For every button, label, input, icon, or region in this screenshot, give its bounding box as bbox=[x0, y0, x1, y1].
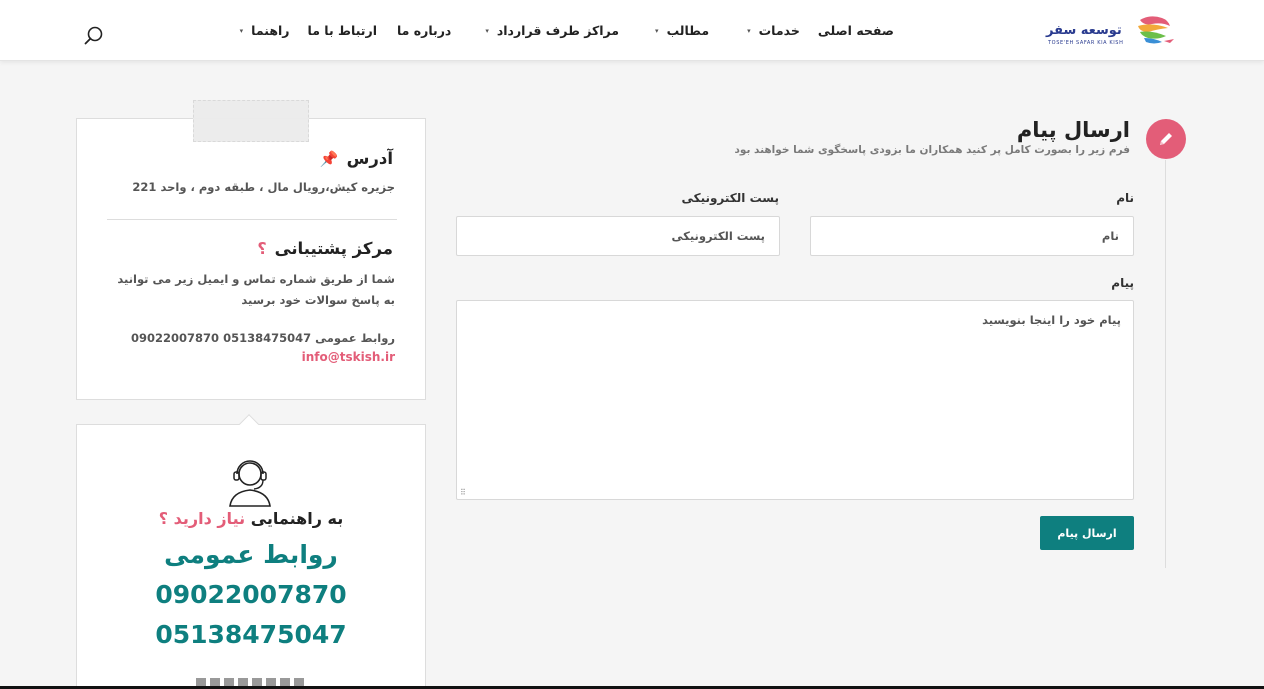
nav-about[interactable]: درباره ما bbox=[397, 0, 451, 61]
question-icon: ؟ bbox=[257, 239, 267, 258]
search-icon[interactable] bbox=[84, 26, 104, 46]
resize-grip-icon[interactable]: ⠿ bbox=[460, 488, 466, 497]
name-label: نام bbox=[1116, 191, 1134, 205]
card-divider bbox=[107, 219, 397, 220]
nav-home[interactable]: صفحه اصلی bbox=[818, 0, 894, 61]
help-question: به راهنمایی نیاز دارید ؟ bbox=[76, 509, 426, 528]
nav-partner-centers[interactable]: مراکز طرف قرارداد ▾ bbox=[485, 0, 619, 61]
nav-home-label: صفحه اصلی bbox=[817, 23, 894, 38]
address-text: جزیره کیش،رویال مال ، طبقه دوم ، واحد 22… bbox=[132, 180, 395, 194]
main-nav: صفحه اصلی خدمات ▾ مطالب ▾ مراکز طرف قراردا… bbox=[240, 0, 894, 61]
chevron-down-icon: ▾ bbox=[747, 26, 751, 35]
nav-services[interactable]: خدمات ▾ bbox=[747, 0, 800, 61]
form-subtitle: فرم زیر را بصورت کامل پر کنید همکاران ما… bbox=[734, 144, 1130, 156]
nav-about-label: درباره ما bbox=[396, 23, 452, 38]
form-divider-line bbox=[1165, 160, 1166, 568]
nav-guide[interactable]: راهنما ▾ bbox=[240, 0, 290, 61]
logo-tagline: TOSE'EH SAFAR KIA KISH bbox=[1048, 40, 1124, 46]
site-header: توسعه سفر TOSE'EH SAFAR KIA KISH صفحه اص… bbox=[0, 0, 1264, 61]
nav-guide-label: راهنما bbox=[251, 23, 290, 38]
help-question-highlight: نیاز دارید ؟ bbox=[158, 509, 246, 528]
support-text: شما از طریق شماره تماس و ایمیل زیر می تو… bbox=[117, 272, 395, 307]
headset-icon bbox=[226, 456, 274, 508]
help-question-prefix: به راهنمایی bbox=[250, 509, 344, 528]
email-link[interactable]: info@tskish.ir bbox=[302, 350, 395, 364]
email-field[interactable] bbox=[456, 216, 780, 256]
message-label: پیام bbox=[1111, 276, 1134, 290]
pin-icon: 📌 bbox=[319, 149, 339, 168]
chevron-down-icon: ▾ bbox=[655, 26, 659, 35]
address-heading: آدرس 📌 bbox=[320, 149, 393, 168]
email-label: پست الکترونیکی bbox=[681, 191, 779, 205]
site-logo[interactable]: توسعه سفر TOSE'EH SAFAR KIA KISH bbox=[1040, 14, 1184, 50]
contact-info-card: آدرس 📌 جزیره کیش،رویال مال ، طبقه دوم ، … bbox=[76, 118, 426, 400]
nav-articles-label: مطالب bbox=[666, 23, 710, 38]
pencil-icon bbox=[1146, 119, 1186, 159]
message-field[interactable] bbox=[456, 300, 1134, 500]
nav-contact[interactable]: ارتباط با ما bbox=[308, 0, 377, 61]
send-message-button[interactable]: ارسال پیام bbox=[1040, 516, 1134, 550]
help-phone-2[interactable]: 05138475047 bbox=[76, 620, 426, 649]
help-heading: روابط عمومی bbox=[164, 540, 338, 569]
help-phone-1[interactable]: 09022007870 bbox=[76, 580, 426, 609]
nav-contact-label: ارتباط با ما bbox=[307, 23, 377, 38]
support-title: مرکز پشتیبانی bbox=[274, 239, 393, 258]
svg-text:توسعه سفر: توسعه سفر bbox=[1045, 23, 1122, 38]
chevron-down-icon: ▾ bbox=[239, 26, 244, 35]
contact-line: روابط عمومی 05138475047 09022007870 bbox=[131, 331, 395, 345]
name-field[interactable] bbox=[810, 216, 1134, 256]
nav-services-label: خدمات bbox=[758, 23, 800, 38]
decorative-tape bbox=[193, 100, 309, 142]
chevron-down-icon: ▾ bbox=[485, 26, 489, 35]
nav-partner-centers-label: مراکز طرف قرارداد bbox=[496, 23, 620, 38]
address-title: آدرس bbox=[346, 149, 393, 168]
support-heading: مرکز پشتیبانی ؟ bbox=[257, 239, 393, 258]
form-title: ارسال پیام bbox=[1016, 118, 1130, 142]
nav-articles[interactable]: مطالب ▾ bbox=[655, 0, 709, 61]
